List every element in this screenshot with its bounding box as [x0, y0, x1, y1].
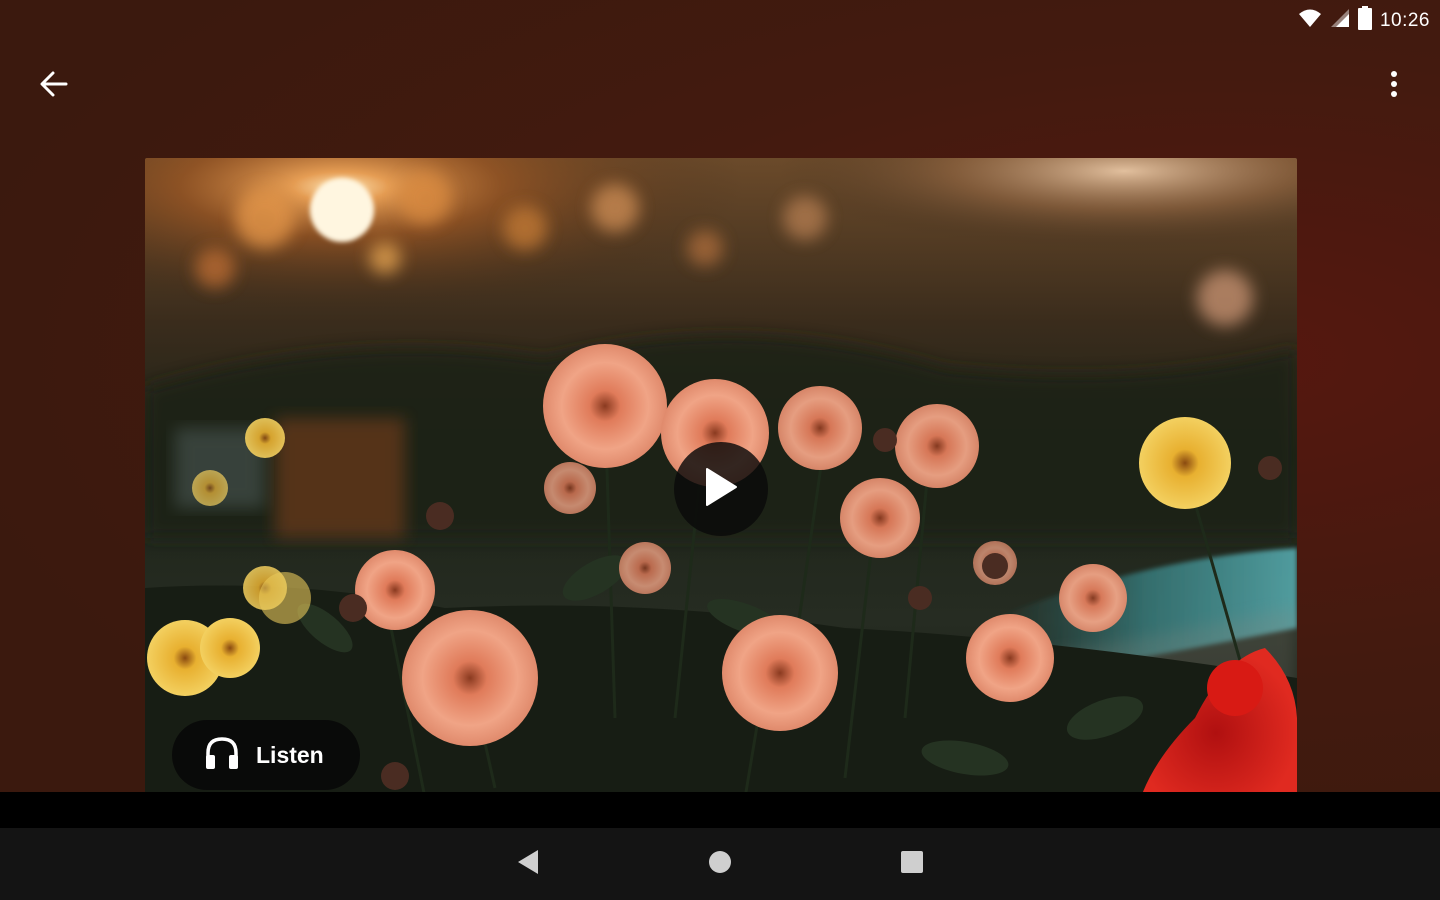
nav-recents-icon [900, 850, 924, 879]
nav-home-button[interactable] [700, 846, 740, 882]
cellular-signal-icon [1330, 8, 1350, 33]
nav-recents-button[interactable] [892, 846, 932, 882]
status-icons: 10:26 [1298, 6, 1430, 35]
nav-back-icon [516, 849, 540, 880]
listen-button[interactable]: Listen [172, 720, 360, 790]
nav-back-button[interactable] [508, 846, 548, 882]
navigation-bar [0, 828, 1440, 900]
headphones-icon [204, 736, 240, 775]
nav-home-icon [707, 849, 733, 880]
status-bar: 10:26 [0, 0, 1440, 40]
wifi-icon [1298, 8, 1322, 33]
play-icon [704, 467, 738, 512]
listen-label: Listen [256, 741, 324, 768]
more-vertical-icon [1390, 70, 1398, 103]
battery-icon [1357, 6, 1372, 35]
back-button[interactable] [32, 64, 76, 108]
media-card[interactable]: Listen [145, 158, 1297, 818]
bottom-strip [0, 792, 1440, 828]
play-button[interactable] [674, 442, 768, 536]
screen: 10:26 Listen [0, 0, 1440, 900]
arrow-back-icon [39, 71, 69, 102]
status-time: 10:26 [1379, 9, 1430, 31]
more-options-button[interactable] [1372, 64, 1416, 108]
